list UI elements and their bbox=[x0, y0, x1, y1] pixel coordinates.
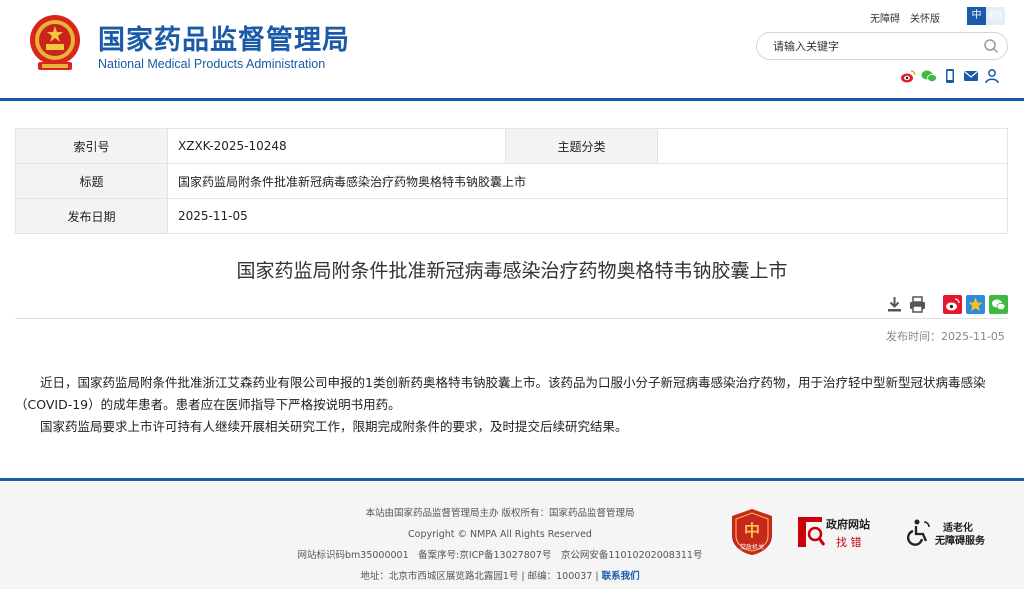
mail-icon[interactable] bbox=[963, 68, 979, 84]
svg-text:中: 中 bbox=[744, 521, 760, 540]
badge1-text: 党政机关 bbox=[740, 543, 764, 551]
share-wechat-icon[interactable] bbox=[989, 295, 1008, 314]
badge3-subtitle: 无障碍服务 bbox=[935, 536, 985, 547]
social-links bbox=[900, 68, 1005, 84]
error-report-icon bbox=[798, 517, 826, 547]
lang-en-button[interactable]: En bbox=[986, 7, 1005, 25]
article-tools bbox=[885, 295, 1012, 314]
footer-address-text: 地址：北京市西城区展览路北露园1号 | 邮编：100037 | bbox=[360, 571, 599, 582]
publish-time: 发布时间：2025-11-05 bbox=[886, 330, 1005, 343]
search-icon[interactable] bbox=[983, 38, 999, 54]
article-title: 国家药监局附条件批准新冠病毒感染治疗药物奥格特韦钠胶囊上市 bbox=[236, 260, 788, 282]
national-emblem-icon[interactable] bbox=[28, 12, 82, 74]
search-box bbox=[756, 32, 1008, 60]
badge2-title: 政府网站 bbox=[826, 518, 870, 531]
language-switch: 中 En bbox=[967, 7, 1005, 25]
weibo-icon[interactable] bbox=[900, 68, 916, 84]
print-icon[interactable] bbox=[908, 295, 927, 314]
site-name-cn[interactable]: 国家药品监督管理局 bbox=[98, 18, 350, 57]
wheelchair-icon bbox=[906, 519, 930, 546]
header-divider bbox=[0, 98, 1024, 101]
share-qzone-icon[interactable] bbox=[966, 295, 985, 314]
category-value bbox=[657, 128, 1008, 164]
title-label: 标题 bbox=[15, 163, 168, 199]
party-government-badge[interactable]: 中 党政机关 bbox=[730, 508, 774, 556]
tools-separator bbox=[931, 295, 939, 314]
lang-zh-button[interactable]: 中 bbox=[967, 7, 986, 25]
index-label: 索引号 bbox=[15, 128, 168, 164]
category-label: 主题分类 bbox=[505, 128, 658, 164]
search-input[interactable] bbox=[773, 33, 983, 59]
footer-copyright: Copyright © NMPA All Rights Reserved bbox=[408, 529, 592, 540]
title-divider bbox=[15, 318, 1008, 319]
top-links: 无障碍 关怀版 bbox=[870, 10, 950, 25]
site-footer: 本站由国家药品监督管理局主办 版权所有：国家药品监督管理局 Copyright … bbox=[0, 481, 1024, 589]
footer-host: 本站由国家药品监督管理局主办 版权所有：国家药品监督管理局 bbox=[365, 508, 635, 519]
elderly-mode-link[interactable]: 关怀版 bbox=[910, 10, 940, 25]
user-icon[interactable] bbox=[984, 68, 1000, 84]
article-paragraph: 国家药监局要求上市许可持有人继续开展相关研究工作，限期完成附条件的要求，及时提交… bbox=[40, 419, 628, 434]
mobile-icon[interactable] bbox=[942, 68, 958, 84]
badge2-subtitle: 找 错 bbox=[836, 536, 862, 549]
article-content: 近日，国家药监局附条件批准浙江艾森药业有限公司申报的1类创新药奥格特韦钠胶囊上市… bbox=[15, 372, 1008, 438]
accessibility-link[interactable]: 无障碍 bbox=[870, 10, 900, 25]
footer-info: 本站由国家药品监督管理局主办 版权所有：国家药品监督管理局 Copyright … bbox=[240, 503, 760, 587]
meta-row-title: 标题 国家药监局附条件批准新冠病毒感染治疗药物奥格特韦钠胶囊上市 bbox=[15, 163, 1008, 199]
contact-us-link[interactable]: 联系我们 bbox=[602, 571, 640, 582]
share-weibo-icon[interactable] bbox=[943, 295, 962, 314]
footer-address: 地址：北京市西城区展览路北露园1号 | 邮编：100037 | 联系我们 bbox=[240, 566, 760, 587]
download-icon[interactable] bbox=[885, 295, 904, 314]
date-label: 发布日期 bbox=[15, 198, 168, 234]
footer-registration: 网站标识码bm35000001 备案序号:京ICP备13027807号 京公网安… bbox=[297, 550, 703, 561]
article-paragraph: 近日，国家药监局附条件批准浙江艾森药业有限公司申报的1类创新药奥格特韦钠胶囊上市… bbox=[15, 375, 986, 412]
title-value: 国家药监局附条件批准新冠病毒感染治疗药物奥格特韦钠胶囊上市 bbox=[167, 163, 1008, 199]
index-value: XZXK-2025-10248 bbox=[167, 128, 506, 164]
wechat-icon[interactable] bbox=[921, 68, 937, 84]
elderly-accessibility-badge[interactable]: 适老化 无障碍服务 bbox=[905, 518, 985, 550]
site-header: 国家药品监督管理局 National Medical Products Admi… bbox=[0, 0, 1024, 100]
article-meta-table: 索引号 XZXK-2025-10248 主题分类 标题 国家药监局附条件批准新冠… bbox=[15, 128, 1008, 234]
meta-row-index: 索引号 XZXK-2025-10248 主题分类 bbox=[15, 128, 1008, 164]
government-site-error-badge[interactable]: 政府网站 找 错 bbox=[796, 514, 870, 554]
meta-row-date: 发布日期 2025-11-05 bbox=[15, 198, 1008, 234]
date-value: 2025-11-05 bbox=[167, 198, 1008, 234]
site-name-en[interactable]: National Medical Products Administration bbox=[98, 57, 325, 71]
